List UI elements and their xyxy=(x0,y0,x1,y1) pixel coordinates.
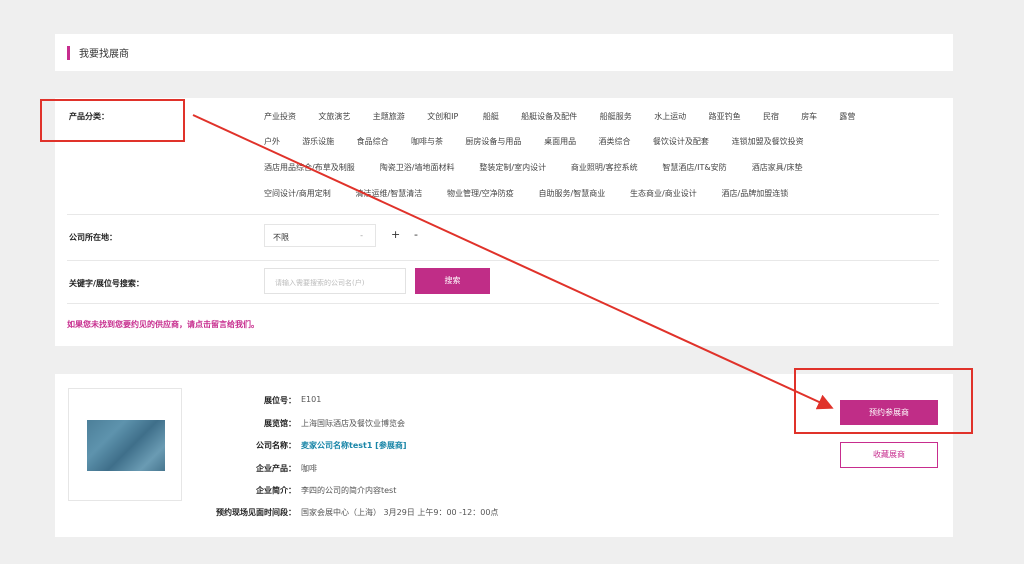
category-item[interactable]: 产业投资 xyxy=(264,111,296,122)
header-panel: 我要找展商 xyxy=(55,34,953,71)
category-item[interactable]: 房车 xyxy=(801,111,817,122)
meeting-time-value: 国家会展中心（上海） 3月29日 上午9：00 -12：00点 xyxy=(301,508,499,517)
category-item[interactable]: 民宿 xyxy=(763,111,779,122)
category-item[interactable]: 生态商业/商业设计 xyxy=(630,188,697,199)
leave-message-link[interactable]: 如果您未找到您要约见的供应商，请点击留言给我们。 xyxy=(67,319,259,330)
filter-panel: 产品分类： 产业投资 文旅演艺 主题旅游 文创和IP 船艇 船艇设备及配件 船艇服务 水上运动… xyxy=(55,98,953,346)
category-item[interactable]: 文旅演艺 xyxy=(318,111,350,122)
location-select[interactable]: 不限 - xyxy=(264,224,376,247)
remove-location-button[interactable]: - xyxy=(414,228,418,241)
hall-label: 展览馆： xyxy=(264,419,296,428)
exhibitor-logo-image xyxy=(87,420,165,471)
booth-value: E101 xyxy=(301,395,322,404)
search-button[interactable]: 搜索 xyxy=(415,268,490,294)
title-accent-bar xyxy=(67,46,70,60)
booth-label: 展位号： xyxy=(264,396,296,405)
divider xyxy=(67,214,939,215)
category-item[interactable]: 酒类综合 xyxy=(599,136,631,147)
category-item[interactable]: 连锁加盟及餐饮投资 xyxy=(732,136,804,147)
category-item[interactable]: 文创和IP xyxy=(427,111,458,122)
divider xyxy=(67,303,939,304)
category-item[interactable]: 露营 xyxy=(839,111,855,122)
hall-value: 上海国际酒店及餐饮业博览会 xyxy=(301,419,405,428)
page-title: 我要找展商 xyxy=(79,49,129,60)
category-item[interactable]: 船艇设备及配件 xyxy=(521,111,577,122)
chevron-down-icon: - xyxy=(360,231,363,240)
category-item[interactable]: 智慧酒店/IT&安防 xyxy=(662,162,726,173)
category-item[interactable]: 游乐设施 xyxy=(302,136,334,147)
keyword-label: 关键字/展位号搜索： xyxy=(69,279,144,288)
category-item[interactable]: 咖啡与茶 xyxy=(411,136,443,147)
product-value: 咖啡 xyxy=(301,464,317,473)
category-item[interactable]: 厨房设备与用品 xyxy=(465,136,521,147)
category-item[interactable]: 食品综合 xyxy=(357,136,389,147)
category-item[interactable]: 主题旅游 xyxy=(373,111,405,122)
divider xyxy=(67,260,939,261)
category-item[interactable]: 自助服务/智慧商业 xyxy=(539,188,606,199)
category-item[interactable]: 船艇服务 xyxy=(600,111,632,122)
category-item[interactable]: 商业照明/客控系统 xyxy=(571,162,638,173)
category-item[interactable]: 清洁运维/智慧清洁 xyxy=(356,188,423,199)
product-label: 企业产品： xyxy=(256,464,296,473)
category-item[interactable]: 陶瓷卫浴/墙地面材料 xyxy=(380,162,455,173)
category-item[interactable]: 酒店家具/床垫 xyxy=(752,162,803,173)
category-item[interactable]: 物业管理/空净防疫 xyxy=(447,188,514,199)
category-item[interactable]: 路亚钓鱼 xyxy=(709,111,741,122)
category-item[interactable]: 户外 xyxy=(264,136,280,147)
category-label: 产品分类： xyxy=(69,112,109,121)
exhibitor-logo-frame xyxy=(68,388,182,501)
category-item[interactable]: 空间设计/商用定制 xyxy=(264,188,331,199)
category-item[interactable]: 酒店用品综合/布草及制服 xyxy=(264,162,355,173)
category-item[interactable]: 桌面用品 xyxy=(544,136,576,147)
location-select-value: 不限 xyxy=(273,233,289,242)
search-input[interactable]: 请输入需要搜索的公司名(户) xyxy=(264,268,406,294)
company-link[interactable]: 麦家公司名称test1 [参展商] xyxy=(301,440,407,451)
exhibitor-card: 展位号： E101 展览馆： 上海国际酒店及餐饮业博览会 公司名称： 麦家公司名… xyxy=(55,374,953,537)
favorite-exhibitor-button[interactable]: 收藏展商 xyxy=(840,442,938,468)
intro-label: 企业简介： xyxy=(256,486,296,495)
book-exhibitor-button[interactable]: 预约参展商 xyxy=(840,400,938,425)
category-item[interactable]: 船艇 xyxy=(483,111,499,122)
category-item[interactable]: 整装定制/室内设计 xyxy=(479,162,546,173)
company-label: 公司名称： xyxy=(256,441,296,450)
category-item[interactable]: 酒店/品牌加盟连锁 xyxy=(722,188,789,199)
category-item[interactable]: 水上运动 xyxy=(654,111,686,122)
location-label: 公司所在地： xyxy=(69,233,117,242)
add-location-button[interactable]: + xyxy=(391,228,400,241)
meeting-time-label: 预约现场见面时间段： xyxy=(216,508,296,517)
category-item[interactable]: 餐饮设计及配套 xyxy=(653,136,709,147)
intro-value: 李四的公司的简介内容test xyxy=(301,486,397,495)
